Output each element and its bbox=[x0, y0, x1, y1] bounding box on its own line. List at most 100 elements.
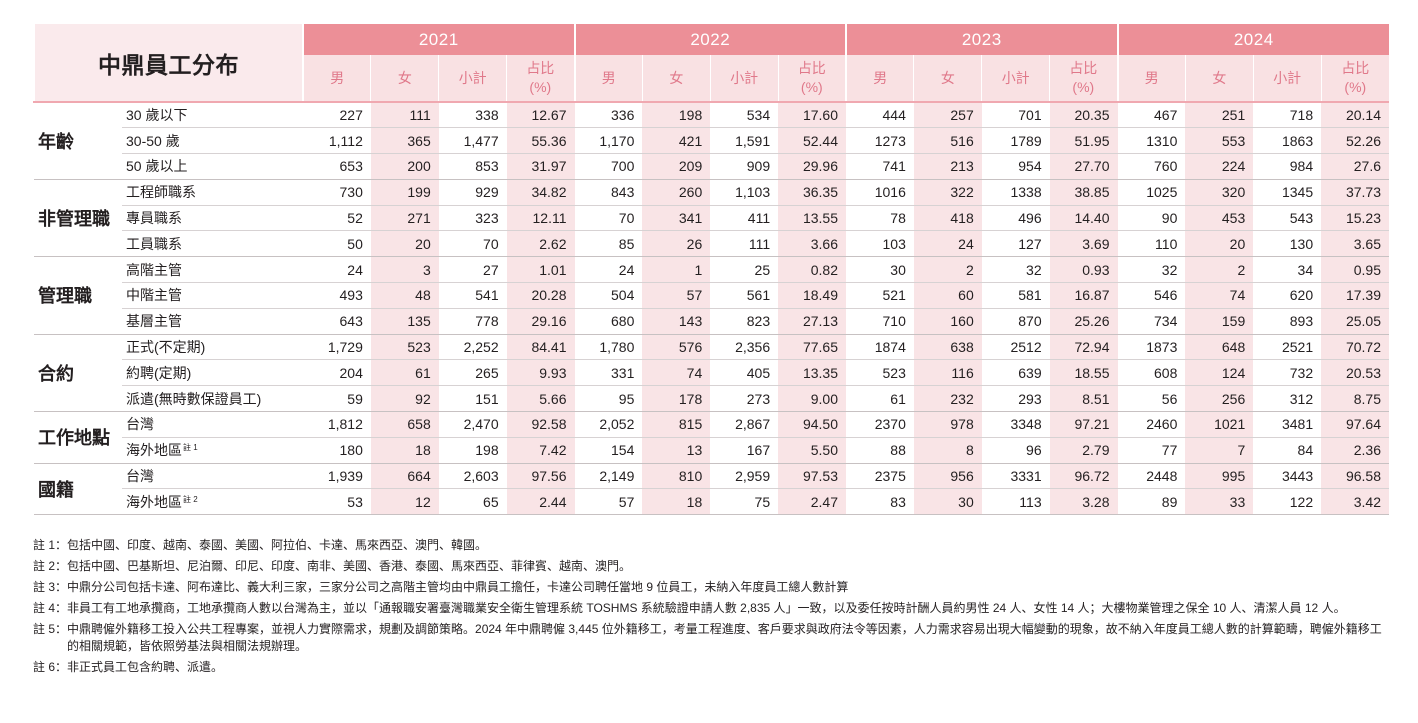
table-cell: 24 bbox=[574, 256, 643, 284]
row-label: 正式(不定期) bbox=[122, 334, 303, 361]
footnote-marker: 註 2 bbox=[183, 494, 198, 504]
row-label: 台灣 bbox=[122, 411, 303, 438]
table-cell: 778 bbox=[438, 308, 507, 335]
table-cell: 154 bbox=[574, 437, 643, 464]
table-cell: 111 bbox=[370, 102, 439, 129]
table-cell: 543 bbox=[1253, 205, 1322, 232]
table-cell: 312 bbox=[1253, 385, 1322, 413]
footnote-marker: 註 1 bbox=[183, 443, 198, 453]
table-row: 工員職系 50 20 70 2.62 85 26 111 3.66 103 24 127 3.69 110… bbox=[34, 230, 1389, 258]
table-cell: 27.70 bbox=[1049, 153, 1118, 180]
table-cell: 209 bbox=[642, 153, 711, 180]
table-cell: 521 bbox=[846, 282, 914, 309]
table-cell: 33 bbox=[1185, 488, 1254, 516]
table-cell: 0.95 bbox=[1321, 256, 1389, 284]
table-cell: 701 bbox=[981, 102, 1050, 129]
table-row: 管理職 高階主管 24 3 27 1.01 24 1 25 0.82 30 2 32 0.93 32 2 34 0… bbox=[34, 256, 1389, 335]
table-cell: 26 bbox=[642, 230, 711, 258]
table-cell: 17.39 bbox=[1321, 282, 1389, 309]
table-cell: 3.42 bbox=[1321, 488, 1389, 516]
table-cell: 516 bbox=[913, 127, 982, 155]
table-row: 國籍 台灣 1,939 664 2,603 97.56 2,149 810 2,959 97.53… bbox=[34, 463, 1389, 516]
table-cell: 199 bbox=[370, 179, 439, 206]
table-cell: 200 bbox=[370, 153, 439, 180]
table-row: 海外地區註 2 53 12 65 2.44 57 18 75 2.47 83 30 113 3.28 89… bbox=[34, 488, 1389, 516]
table-cell: 331 bbox=[574, 359, 643, 387]
table-cell: 3481 bbox=[1253, 411, 1322, 438]
footnotes: 註 1： 包括中國、印度、越南、泰國、美國、阿拉伯、卡達、馬來西亞、澳門、韓國。註… bbox=[33, 537, 1393, 680]
column-subheader: 女 bbox=[913, 55, 982, 103]
table-cell: 111 bbox=[710, 230, 779, 258]
table-cell: 36.35 bbox=[778, 179, 846, 206]
table-cell: 224 bbox=[1185, 153, 1254, 180]
footnote: 註 4： 非員工有工地承攬商，工地承攬商人數以台灣為主，並以「通報職安署臺灣職業安… bbox=[33, 600, 1393, 617]
year-header: 2021 bbox=[302, 24, 575, 55]
table-cell: 92 bbox=[370, 385, 439, 413]
table-cell: 1,477 bbox=[438, 127, 507, 155]
table-cell: 256 bbox=[1185, 385, 1254, 413]
table-cell: 1025 bbox=[1117, 179, 1186, 206]
row-label-text: 台灣 bbox=[126, 416, 154, 433]
table-cell: 2,149 bbox=[574, 463, 643, 490]
table-cell: 14.40 bbox=[1049, 205, 1118, 232]
year-header: 2022 bbox=[573, 24, 846, 55]
table-cell: 293 bbox=[981, 385, 1050, 413]
table-cell: 30 bbox=[846, 256, 914, 284]
table-cell: 3443 bbox=[1253, 463, 1322, 490]
footnote-label: 註 6： bbox=[33, 660, 68, 674]
table-cell: 12.11 bbox=[506, 205, 575, 232]
row-label: 工程師職系 bbox=[122, 179, 303, 206]
table-cell: 995 bbox=[1185, 463, 1254, 490]
table-cell: 198 bbox=[642, 102, 711, 129]
table-cell: 1,812 bbox=[303, 411, 371, 438]
table-cell: 421 bbox=[642, 127, 711, 155]
table-cell: 741 bbox=[846, 153, 914, 180]
table-cell: 32 bbox=[1117, 256, 1186, 284]
table-cell: 1310 bbox=[1117, 127, 1186, 155]
table-cell: 97.56 bbox=[506, 463, 575, 490]
table-cell: 84.41 bbox=[506, 334, 575, 361]
table-cell: 1,939 bbox=[303, 463, 371, 490]
table-cell: 3.65 bbox=[1321, 230, 1389, 258]
table-cell: 978 bbox=[913, 411, 982, 438]
table-cell: 5.50 bbox=[778, 437, 846, 464]
table-cell: 467 bbox=[1117, 102, 1186, 129]
footnote: 註 1： 包括中國、印度、越南、泰國、美國、阿拉伯、卡達、馬來西亞、澳門、韓國。 bbox=[33, 537, 1393, 554]
table-cell: 27.6 bbox=[1321, 153, 1389, 180]
table-cell: 56 bbox=[1117, 385, 1186, 413]
table-row: 基層主管 643 135 778 29.16 680 143 823 27.13 710 160 87… bbox=[34, 308, 1389, 335]
table-cell: 5.66 bbox=[506, 385, 575, 413]
column-subheader: 占比 (%) bbox=[1320, 55, 1389, 103]
table-cell: 17.60 bbox=[778, 102, 846, 129]
table-cell: 130 bbox=[1253, 230, 1322, 258]
table-cell: 75 bbox=[710, 488, 779, 516]
table-cell: 2375 bbox=[846, 463, 914, 490]
table-cell: 74 bbox=[642, 359, 711, 387]
table-cell: 2448 bbox=[1117, 463, 1186, 490]
table-cell: 3.66 bbox=[778, 230, 846, 258]
table-cell: 734 bbox=[1117, 308, 1186, 335]
group-label: 管理職 bbox=[34, 256, 122, 335]
row-label: 工員職系 bbox=[122, 230, 303, 258]
table-cell: 643 bbox=[303, 308, 371, 335]
row-label-text: 高階主管 bbox=[126, 261, 182, 278]
table-cell: 74 bbox=[1185, 282, 1254, 309]
row-label-text: 派遣(無時數保證員工) bbox=[126, 390, 262, 407]
table-cell: 2.36 bbox=[1321, 437, 1389, 464]
table-row: 非管理職 工程師職系 730 199 929 34.82 843 260 1,103 36.35 1… bbox=[34, 179, 1389, 258]
table-cell: 730 bbox=[303, 179, 371, 206]
table-cell: 12 bbox=[370, 488, 439, 516]
table-cell: 664 bbox=[370, 463, 439, 490]
row-label-text: 約聘(定期) bbox=[126, 364, 192, 381]
table-cell: 77.65 bbox=[778, 334, 846, 361]
table-cell: 1873 bbox=[1117, 334, 1186, 361]
row-label: 派遣(無時數保證員工) bbox=[122, 385, 303, 413]
footnote: 註 6： 非正式員工包含約聘、派遣。 bbox=[33, 659, 1393, 676]
table-cell: 7 bbox=[1185, 437, 1254, 464]
table-cell: 59 bbox=[303, 385, 371, 413]
footnote: 註 3： 中鼎分公司包括卡達、阿布達比、義大利三家，三家分公司之高階主管均由中鼎員… bbox=[33, 579, 1393, 596]
table-body: 年齡 30 歲以下 227 111 338 12.67 336 198 534 17.60 444 2… bbox=[34, 102, 1389, 516]
table-cell: 323 bbox=[438, 205, 507, 232]
table-cell: 843 bbox=[574, 179, 643, 206]
row-label: 專員職系 bbox=[122, 205, 303, 232]
